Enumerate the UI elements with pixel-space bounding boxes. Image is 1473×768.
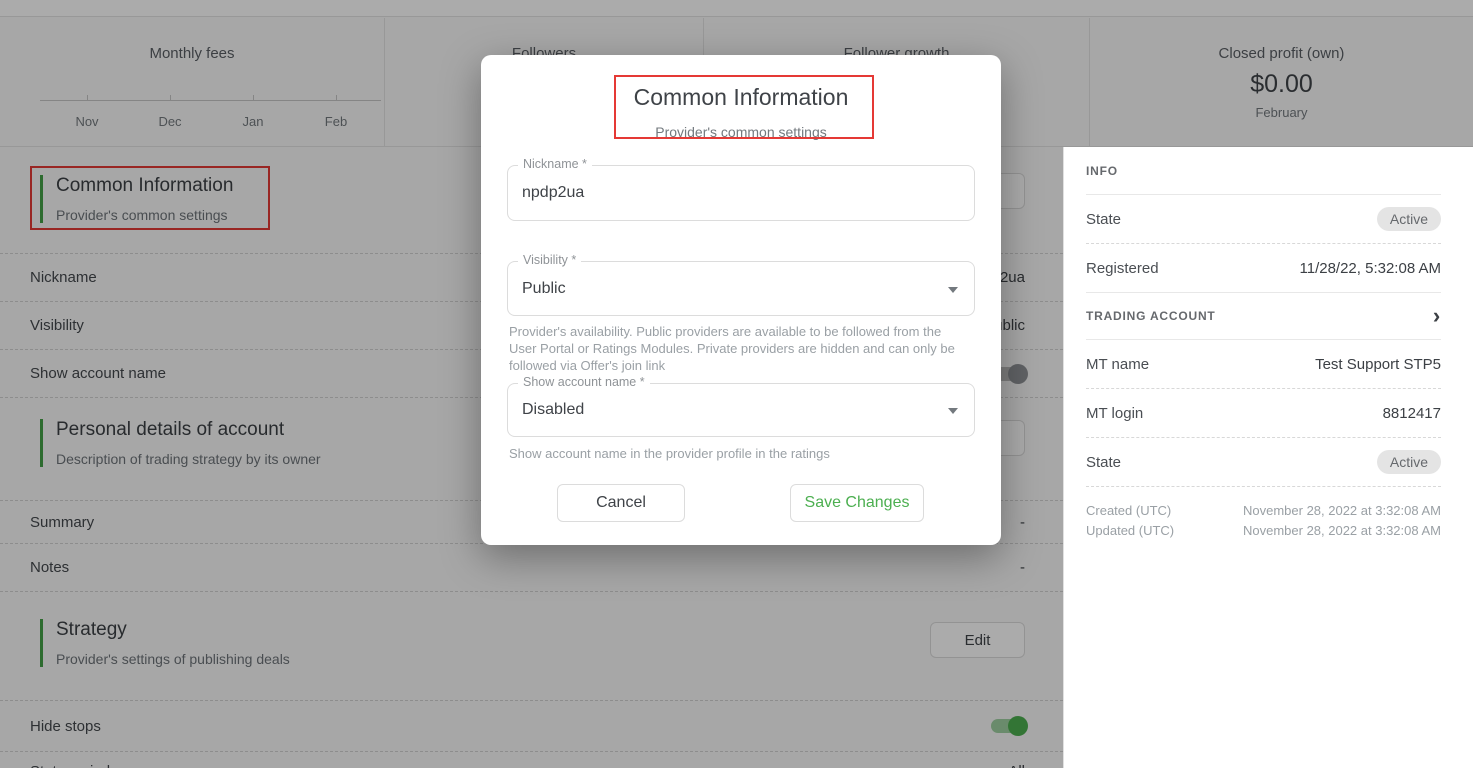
sidebar-timestamps: Created (UTC) November 28, 2022 at 3:32:… [1086, 487, 1441, 540]
sidebar-row-registered: Registered 11/28/22, 5:32:08 AM [1086, 244, 1441, 293]
row-label: Registered [1086, 260, 1159, 277]
state-active-badge: Active [1377, 207, 1441, 231]
state-active-badge: Active [1377, 450, 1441, 474]
row-label: MT name [1086, 356, 1149, 373]
row-value: November 28, 2022 at 3:32:08 AM [1243, 503, 1441, 518]
show-account-name-select[interactable]: Show account name * Disabled [507, 383, 975, 437]
row-value: 8812417 [1383, 405, 1441, 422]
sidebar-row-account-state: State Active [1086, 438, 1441, 487]
sidebar-row-mt-name: MT name Test Support STP5 [1086, 340, 1441, 389]
row-value: 11/28/22, 5:32:08 AM [1300, 260, 1442, 277]
row-value: November 28, 2022 at 3:32:08 AM [1243, 523, 1441, 538]
visibility-select[interactable]: Visibility * Public [507, 261, 975, 316]
provider-settings-page: Monthly fees Nov Dec Jan Feb Followers F… [0, 0, 1473, 768]
nickname-field-value: npdp2ua [522, 184, 584, 202]
info-sidebar: INFO State Active Registered 11/28/22, 5… [1063, 147, 1473, 768]
trading-account-section-header[interactable]: TRADING ACCOUNT › [1086, 293, 1441, 340]
row-label: Updated (UTC) [1086, 523, 1174, 538]
nickname-input[interactable]: Nickname * npdp2ua [507, 165, 975, 221]
common-information-dialog: Common Information Provider's common set… [481, 55, 1001, 545]
info-header-label: INFO [1086, 164, 1118, 178]
nickname-field-label: Nickname * [518, 157, 592, 171]
row-label: State [1086, 454, 1121, 471]
row-label: State [1086, 211, 1121, 228]
trading-account-header-label: TRADING ACCOUNT [1086, 309, 1216, 323]
row-label: Created (UTC) [1086, 503, 1171, 518]
cancel-button[interactable]: Cancel [557, 484, 685, 522]
info-section-header: INFO [1086, 147, 1441, 195]
dropdown-arrow-icon [948, 408, 958, 414]
visibility-field-value: Public [522, 280, 566, 298]
dialog-title-highlight-box [614, 75, 874, 139]
sidebar-row-updated: Updated (UTC) November 28, 2022 at 3:32:… [1086, 520, 1441, 540]
chevron-right-icon[interactable]: › [1433, 305, 1441, 327]
visibility-helper-text: Provider's availability. Public provider… [509, 323, 961, 374]
row-label: MT login [1086, 405, 1143, 422]
show-account-name-helper-text: Show account name in the provider profil… [509, 445, 961, 462]
show-account-name-field-value: Disabled [522, 401, 584, 419]
sidebar-row-mt-login: MT login 8812417 [1086, 389, 1441, 438]
dropdown-arrow-icon [948, 287, 958, 293]
row-value: Test Support STP5 [1315, 356, 1441, 373]
sidebar-row-state: State Active [1086, 195, 1441, 244]
sidebar-row-created: Created (UTC) November 28, 2022 at 3:32:… [1086, 500, 1441, 520]
visibility-field-label: Visibility * [518, 253, 581, 267]
save-changes-button[interactable]: Save Changes [790, 484, 924, 522]
show-account-name-field-label: Show account name * [518, 375, 650, 389]
